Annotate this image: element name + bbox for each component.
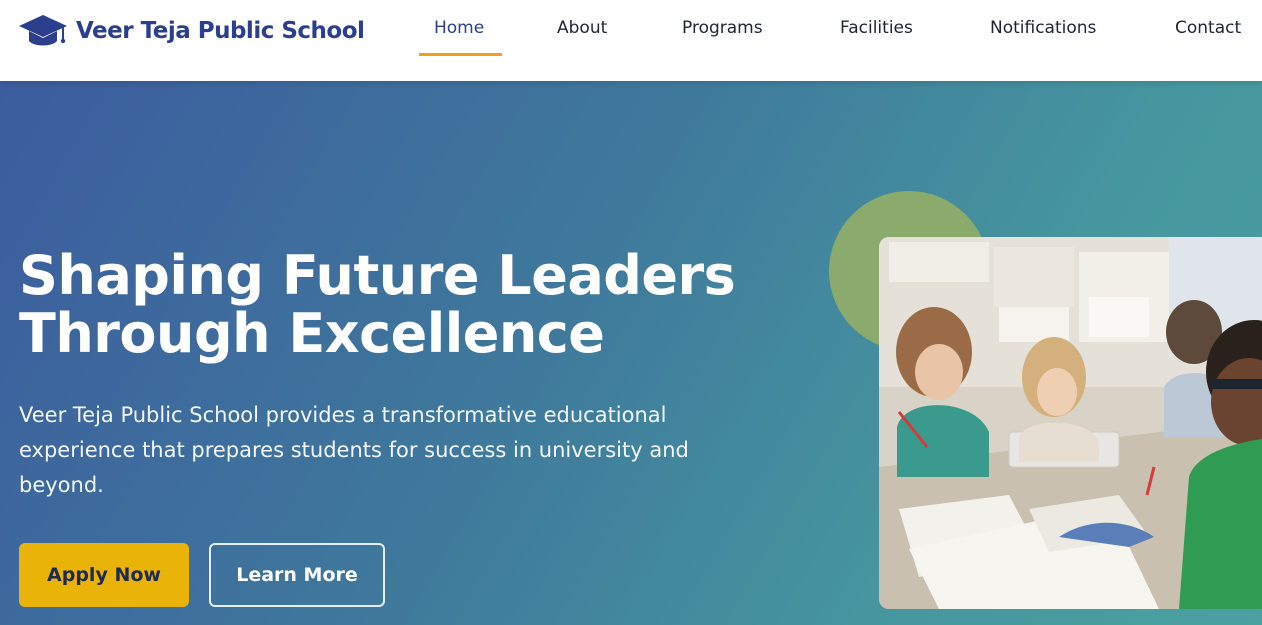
- nav-contact[interactable]: Contact: [1175, 18, 1241, 38]
- nav-notifications[interactable]: Notifications: [990, 18, 1096, 38]
- brand-logo[interactable]: Veer Teja Public School: [18, 13, 365, 49]
- hero-section: Shaping Future Leaders Through Excellenc…: [0, 81, 1262, 625]
- hero-headline: Shaping Future Leaders Through Excellenc…: [19, 247, 819, 363]
- nav-programs[interactable]: Programs: [682, 18, 763, 38]
- nav-active-indicator: [419, 53, 502, 56]
- nav-facilities[interactable]: Facilities: [840, 18, 913, 38]
- nav-home[interactable]: Home: [434, 18, 484, 38]
- apply-now-button[interactable]: Apply Now: [19, 543, 189, 607]
- hero-headline-line2: Through Excellence: [19, 302, 605, 365]
- navbar: Veer Teja Public School Home About Progr…: [0, 0, 1262, 81]
- graduation-cap-icon: [19, 15, 67, 46]
- nav-about[interactable]: About: [557, 18, 607, 38]
- brand-name: Veer Teja Public School: [76, 18, 365, 44]
- hero-description: Veer Teja Public School provides a trans…: [19, 403, 689, 497]
- hero-headline-line1: Shaping Future Leaders: [19, 244, 736, 307]
- classroom-photo: [879, 237, 1262, 609]
- learn-more-button[interactable]: Learn More: [209, 543, 385, 607]
